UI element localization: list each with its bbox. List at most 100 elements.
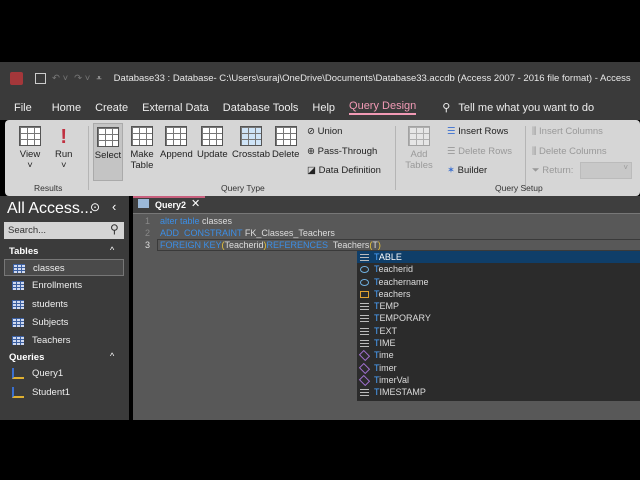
make-table-button[interactable]: Make Table bbox=[128, 126, 156, 171]
nav-table-students[interactable]: students bbox=[4, 296, 124, 313]
nav-menu-dropdown-icon[interactable]: ⊙ bbox=[90, 200, 100, 214]
run-button[interactable]: ! Run ˅ bbox=[55, 126, 72, 171]
crosstab-icon bbox=[240, 126, 262, 146]
document-tab-bar bbox=[133, 196, 640, 213]
query-type-group-label: Query Type bbox=[221, 183, 265, 193]
nav-table-classes[interactable]: classes bbox=[4, 259, 124, 276]
kw-icon bbox=[360, 315, 369, 323]
kw-icon bbox=[360, 327, 369, 335]
undo-icon[interactable]: ↶ ˅ bbox=[52, 73, 68, 84]
table-icon bbox=[12, 336, 24, 345]
query-icon bbox=[12, 387, 24, 398]
code-line-2: ADD CONSTRAINT FK_Classes_Teachers bbox=[160, 228, 335, 238]
collapse-tables-icon[interactable]: ^ bbox=[110, 245, 114, 255]
insert-rows-button[interactable]: ☰ Insert Rows bbox=[447, 126, 508, 137]
autocomplete-option[interactable]: TEMP bbox=[357, 300, 640, 312]
customize-toolbar-icon[interactable]: ⩡ bbox=[96, 73, 101, 84]
delete-rows-button[interactable]: ☰ Delete Rows bbox=[447, 146, 512, 157]
tab-external-data[interactable]: External Data bbox=[142, 102, 209, 114]
window-title: Database33 : Database- C:\Users\suraj\On… bbox=[113, 73, 631, 84]
autocomplete-popup: TABLE Teacherid Teachername Teachers TEMP TEM… bbox=[357, 251, 640, 401]
search-icon: ⚲ bbox=[110, 222, 119, 236]
autocomplete-option[interactable]: TEMPORARY bbox=[357, 312, 640, 324]
query-tab-icon bbox=[138, 199, 149, 208]
tab-query-design[interactable]: Query Design bbox=[349, 100, 417, 115]
line-number: 2 bbox=[144, 228, 150, 238]
delete-icon bbox=[274, 126, 297, 146]
nav-query-student1[interactable]: Student1 bbox=[4, 384, 124, 401]
query-setup-group-label: Query Setup bbox=[495, 183, 543, 193]
queries-section-header[interactable]: Queries bbox=[9, 352, 44, 363]
autocomplete-option[interactable]: TIMESTAMP bbox=[357, 386, 640, 398]
delete-columns-button[interactable]: ⫼ Delete Columns bbox=[532, 146, 607, 157]
tab-create[interactable]: Create bbox=[95, 102, 128, 114]
table-icon bbox=[13, 264, 25, 273]
collapse-nav-icon[interactable]: ‹ bbox=[112, 199, 116, 214]
save-icon[interactable] bbox=[35, 73, 46, 84]
add-tables-button[interactable]: Add Tables bbox=[405, 126, 433, 171]
tab-help[interactable]: Help bbox=[312, 102, 335, 114]
nav-query-query1[interactable]: Query1 bbox=[4, 365, 124, 382]
autocomplete-option[interactable]: Teacherid bbox=[357, 263, 640, 275]
collapse-queries-icon[interactable]: ^ bbox=[110, 351, 114, 361]
select-query-icon bbox=[97, 127, 119, 147]
nav-pane-title[interactable]: All Access... bbox=[7, 200, 93, 218]
redo-icon[interactable]: ↷ ˅ bbox=[74, 73, 90, 84]
insert-columns-button[interactable]: ⫼ Insert Columns bbox=[532, 126, 603, 137]
nav-table-subjects[interactable]: Subjects bbox=[4, 314, 124, 331]
fn-icon bbox=[358, 374, 371, 387]
search-icon: ⚲ bbox=[442, 102, 451, 114]
append-button[interactable]: Append bbox=[160, 126, 193, 160]
code-line-1: alter table classes bbox=[160, 216, 233, 226]
ribbon-tabs: File Home Create External Data Database … bbox=[0, 95, 640, 120]
kw-icon bbox=[360, 303, 369, 311]
tab-file[interactable]: File bbox=[14, 102, 32, 114]
return-icon: ⏷ bbox=[532, 165, 543, 176]
select-button[interactable]: Select bbox=[93, 123, 123, 181]
fn-icon bbox=[358, 362, 371, 374]
autocomplete-option[interactable]: Teachername bbox=[357, 276, 640, 288]
insert-rows-icon: ☰ bbox=[447, 126, 459, 137]
union-icon: ⊘ bbox=[307, 126, 318, 137]
tables-section-header[interactable]: Tables bbox=[9, 246, 38, 257]
update-button[interactable]: Update bbox=[197, 126, 228, 160]
view-icon bbox=[19, 126, 41, 146]
view-button[interactable]: View ˅ bbox=[19, 126, 41, 171]
autocomplete-option[interactable]: Teachers bbox=[357, 288, 640, 300]
data-definition-button[interactable]: ◪ Data Definition bbox=[307, 165, 381, 176]
table-icon bbox=[12, 318, 24, 327]
autocomplete-option[interactable]: TIME bbox=[357, 337, 640, 349]
table-icon bbox=[12, 281, 24, 290]
col-icon bbox=[360, 266, 369, 274]
tell-me-box[interactable]: Tell me what you want to do bbox=[458, 102, 594, 114]
autocomplete-option[interactable]: TABLE bbox=[357, 251, 640, 264]
pass-through-button[interactable]: ⊕ Pass-Through bbox=[307, 146, 377, 157]
autocomplete-option[interactable]: Time bbox=[357, 349, 640, 362]
tab-database-tools[interactable]: Database Tools bbox=[223, 102, 299, 114]
update-icon bbox=[201, 126, 224, 146]
crosstab-button[interactable]: Crosstab bbox=[232, 126, 270, 160]
close-tab-icon[interactable]: ✕ bbox=[191, 197, 200, 210]
run-icon: ! bbox=[60, 126, 68, 148]
builder-wand-icon: ✶ bbox=[447, 165, 458, 176]
delete-button[interactable]: Delete bbox=[272, 126, 299, 160]
tbl-icon bbox=[360, 290, 369, 298]
kw-icon bbox=[360, 389, 369, 397]
code-line-3: FOREIGN KEY(Teacherid)REFERENCES Teacher… bbox=[160, 240, 381, 250]
delete-columns-icon: ⫼ bbox=[532, 146, 540, 157]
union-button[interactable]: ⊘ Union bbox=[307, 126, 342, 137]
nav-table-enrollments[interactable]: Enrollments bbox=[4, 277, 124, 294]
nav-table-teachers[interactable]: Teachers bbox=[4, 332, 124, 349]
tab-home[interactable]: Home bbox=[52, 102, 81, 114]
autocomplete-option[interactable]: TimerVal bbox=[357, 374, 640, 387]
kw-icon bbox=[360, 254, 369, 261]
builder-button[interactable]: ✶ Builder bbox=[447, 165, 487, 176]
autocomplete-option[interactable]: TEXT bbox=[357, 325, 640, 337]
nav-search-input[interactable]: Search... bbox=[4, 222, 124, 239]
results-group-label: Results bbox=[34, 183, 63, 193]
return-dropdown[interactable]: ˅ bbox=[580, 162, 632, 179]
autocomplete-option[interactable]: Timer bbox=[357, 362, 640, 374]
data-definition-icon: ◪ bbox=[307, 165, 319, 176]
append-icon bbox=[165, 126, 188, 146]
line-number: 3 bbox=[144, 240, 150, 250]
